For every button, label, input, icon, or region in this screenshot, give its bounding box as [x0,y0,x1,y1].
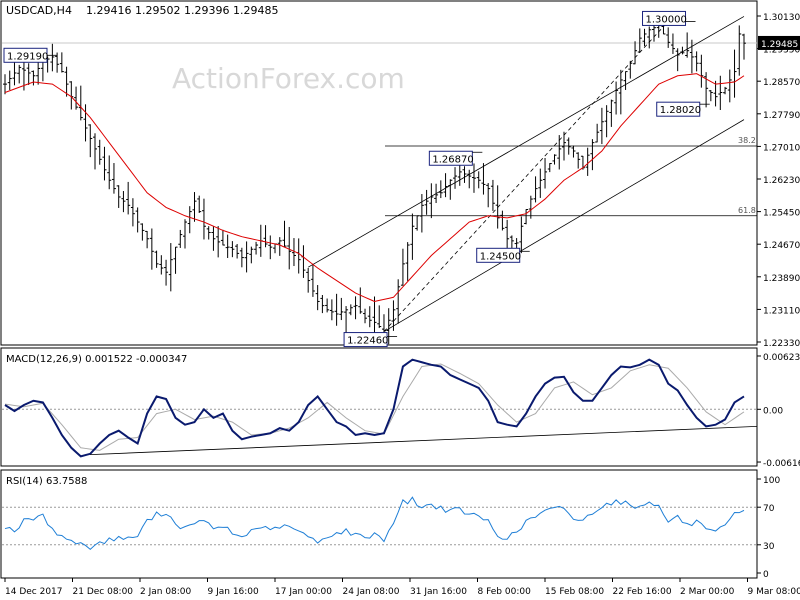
price-y-tick-label: 1.23110 [763,306,800,316]
rsi-y-tick-label: 100 [763,476,780,486]
x-axis-tick-label: 9 Jan 16:00 [208,587,260,597]
rsi-y-tick-label: 30 [763,542,775,552]
x-axis-tick-label: 31 Jan 16:00 [410,587,467,597]
x-axis-tick-label: 17 Jan 00:00 [275,587,332,597]
rsi-title: RSI(14) 63.7588 [6,476,87,487]
x-axis-tick-label: 9 Mar 08:00 [748,587,800,597]
price-y-tick-label: 1.24670 [763,241,800,251]
macd-title: MACD(12,26,9) 0.001522 -0.000347 [6,354,187,365]
price-y-tick-label: 1.25450 [763,209,800,219]
macd-y-tick-label: 0.00 [763,406,783,416]
x-axis-tick-label: 24 Jan 08:00 [343,587,400,597]
price-y-tick-label: 1.28570 [763,78,800,88]
price-y-tick-label: 1.26230 [763,176,800,186]
level-label: 1.22460 [347,336,388,347]
level-label: 1.29190 [7,51,48,62]
watermark: ActionForex.com [172,62,405,95]
macd-y-tick-label: 0.006232 [763,353,800,363]
level-label: 1.28020 [660,105,701,116]
rsi-panel-frame [0,469,758,579]
level-label: 1.24500 [480,251,521,262]
price-y-tick-label: 1.30130 [763,13,800,23]
x-axis-layer: 14 Dec 2017 21 Dec 08:00 2 Jan 08:00 9 Jan … [4,578,800,597]
level-label: 1.30000 [646,14,687,25]
current-price-label: 1.29485 [761,40,798,50]
chart-header: USDCAD,H4 1.29416 1.29502 1.29396 1.2948… [6,4,278,17]
fib-level-label: 61.8 [738,206,756,215]
usdcad-chart: ActionForex.com USDCAD,H4 1.29416 1.2950… [0,0,800,597]
x-axis-tick-label: 15 Feb 08:00 [545,587,604,597]
x-axis-tick-label: 22 Feb 16:00 [613,587,672,597]
x-axis-tick-label: 2 Mar 00:00 [680,587,735,597]
fib-level-label: 38.2 [738,136,756,145]
rsi-y-tick-label: 0 [763,570,769,580]
price-y-tick-label: 1.27010 [763,143,800,153]
x-axis-tick-label: 14 Dec 2017 [5,587,63,597]
x-axis-tick-label: 2 Jan 08:00 [140,587,192,597]
macd-panel-frame [0,347,758,467]
symbol-label: USDCAD,H4 [6,4,72,17]
level-label: 1.26870 [432,154,473,165]
ohlc-label: 1.29416 1.29502 1.29396 1.29485 [86,4,278,17]
price-y-tick-label: 1.23890 [763,274,800,284]
macd-y-tick-label: -0.006163 [763,459,800,469]
x-axis-tick-label: 21 Dec 08:00 [73,587,134,597]
x-axis-tick-label: 8 Feb 00:00 [478,587,532,597]
price-y-tick-label: 1.27790 [763,111,800,121]
rsi-y-tick-label: 70 [763,504,775,514]
price-y-tick-label: 1.22330 [763,339,800,349]
axis-layer: 1.301301.293501.285701.277901.270101.262… [757,13,800,349]
